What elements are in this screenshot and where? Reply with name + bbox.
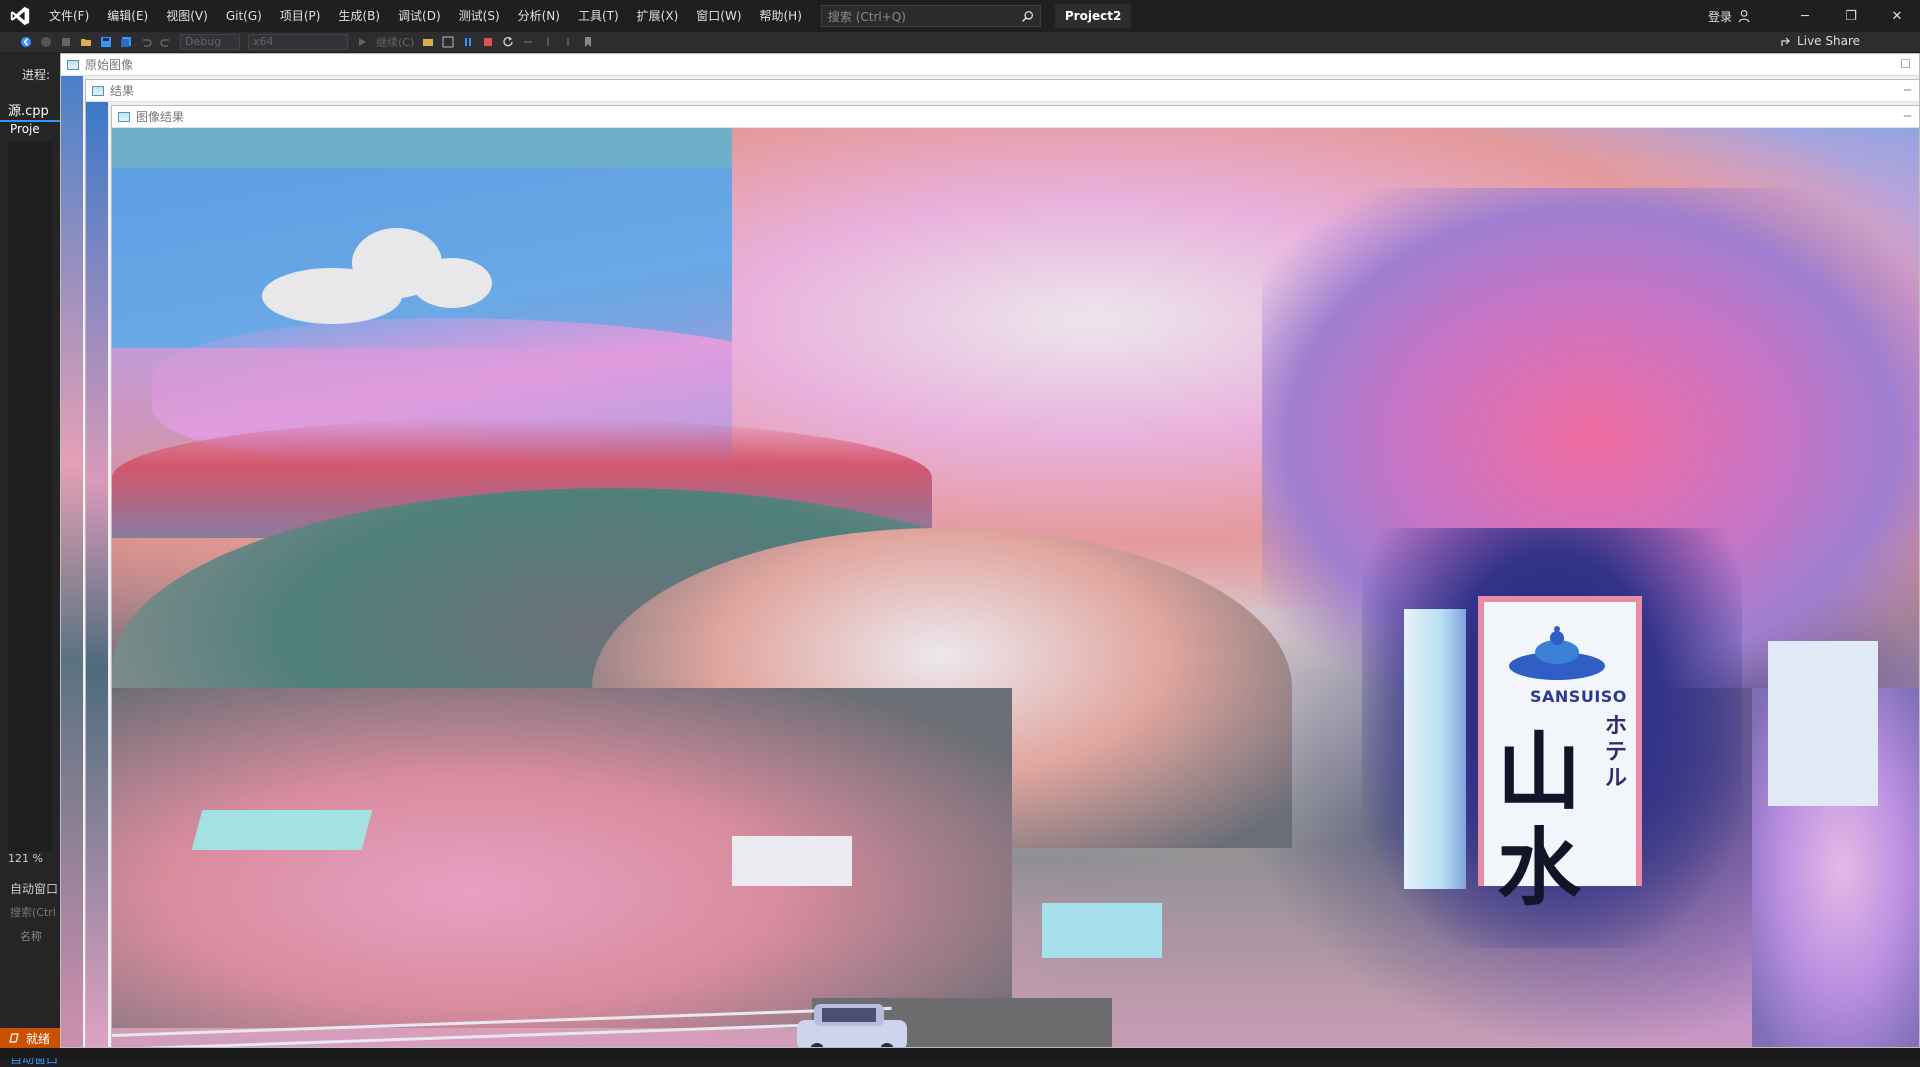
menu-item[interactable]: 扩展(X) (628, 0, 688, 32)
menu-item[interactable]: 分析(N) (509, 0, 569, 32)
step-over-icon[interactable] (522, 36, 534, 48)
window-restore-button[interactable]: ☐ (1900, 57, 1911, 71)
solution-explorer-item[interactable]: Proje (10, 122, 40, 136)
posterized-image: SANSUISO ホテル 山水 (112, 128, 1919, 1047)
status-icon (9, 1033, 19, 1043)
building (191, 810, 373, 850)
project-name-badge[interactable]: Project2 (1054, 4, 1132, 28)
share-icon (1781, 37, 1790, 46)
window-minimize-button[interactable]: ─ (1904, 83, 1911, 97)
image-result-window[interactable]: 图像结果 ─ SANSUISO ホテル 山水 (111, 105, 1920, 1048)
window-title: 结果 (110, 84, 135, 98)
window-app-icon (92, 85, 104, 96)
process-label: 进程: (22, 68, 51, 82)
window-title: 图像结果 (136, 110, 185, 124)
file-tab-source[interactable]: 源.cpp (8, 100, 49, 119)
restart-icon[interactable] (502, 36, 514, 48)
stop-icon[interactable] (482, 36, 494, 48)
redo-icon[interactable] (160, 36, 172, 48)
login-link[interactable]: 登录 (1708, 8, 1732, 25)
open-folder-icon[interactable] (80, 36, 92, 48)
step-out-icon[interactable] (562, 36, 574, 48)
menu-item[interactable]: Git(G) (217, 0, 271, 32)
editor-area (8, 142, 52, 852)
debug-toolbar: Debug x64 继续(C) Live Share (0, 32, 1920, 52)
close-button[interactable]: ✕ (1874, 0, 1920, 32)
search-placeholder: 搜索 (Ctrl+Q) (827, 9, 906, 24)
result-image-edge (86, 102, 108, 1047)
menu-item[interactable]: 调试(D) (389, 0, 450, 32)
menu-item[interactable]: 窗口(W) (687, 0, 750, 32)
sign-right-board (1768, 641, 1878, 806)
autos-window-title: 自动窗口 (10, 882, 59, 896)
menu-item[interactable]: 生成(B) (329, 0, 389, 32)
menu-item[interactable]: 视图(V) (157, 0, 217, 32)
window-minimize-button[interactable]: ─ (1904, 109, 1911, 123)
pause-icon[interactable] (462, 36, 474, 48)
menu-item[interactable]: 帮助(H) (751, 0, 811, 32)
menu-item[interactable]: 文件(F) (40, 0, 98, 32)
window-title: 原始图像 (85, 58, 134, 72)
search-icon (1021, 10, 1033, 22)
minimize-button[interactable]: ─ (1782, 0, 1828, 32)
sign-left-board (1404, 609, 1466, 889)
building (1042, 903, 1162, 958)
platform-select[interactable]: x64 (248, 34, 348, 50)
window-titlebar[interactable]: 结果 (86, 80, 1919, 102)
save-icon[interactable] (100, 36, 112, 48)
autos-search-input[interactable]: 搜索(Ctrl (10, 904, 56, 920)
live-share-label: Live Share (1797, 34, 1860, 48)
attach-icon[interactable] (422, 36, 434, 48)
title-bar: 文件(F) 编辑(E) 视图(V) Git(G) 项目(P) 生成(B) 调试(D) 测试(S… (0, 0, 1920, 32)
bookmark-icon[interactable] (582, 36, 594, 48)
hotel-sign-kana: ホテル (1605, 714, 1628, 791)
window-titlebar[interactable]: 图像结果 (112, 106, 1919, 128)
window-app-icon (67, 59, 79, 70)
new-project-icon[interactable] (60, 36, 72, 48)
window-titlebar[interactable]: 原始图像 (61, 54, 1919, 76)
search-box[interactable]: 搜索 (Ctrl+Q) (820, 5, 1041, 27)
back-icon[interactable] (20, 36, 32, 48)
continue-icon[interactable] (356, 36, 368, 48)
restore-button[interactable]: ❐ (1828, 0, 1874, 32)
original-image-edge (61, 76, 83, 1047)
lower-blossoms (112, 688, 1012, 1028)
continue-button[interactable]: 继续(C) (376, 34, 414, 50)
taskbar-strip (0, 1048, 1920, 1058)
forward-icon[interactable] (40, 36, 52, 48)
status-bar: 就绪 (0, 1028, 60, 1048)
menu-item[interactable]: 编辑(E) (98, 0, 157, 32)
step-into-icon[interactable] (542, 36, 554, 48)
config-select[interactable]: Debug (180, 34, 240, 50)
menu-item[interactable]: 测试(S) (450, 0, 509, 32)
live-share-button[interactable]: Live Share (1781, 34, 1860, 48)
save-all-icon[interactable] (120, 36, 132, 48)
diagnostic-icon[interactable] (442, 36, 454, 48)
status-ready: 就绪 (26, 1031, 51, 1046)
window-app-icon (118, 111, 130, 122)
undo-icon[interactable] (140, 36, 152, 48)
hotel-logo-emblem (1509, 626, 1605, 680)
menu-bar: 文件(F) 编辑(E) 视图(V) Git(G) 项目(P) 生成(B) 调试(D) 测试(S… (40, 0, 811, 32)
name-column-header: 名称 (20, 930, 42, 943)
left-tool-panel: 进程: 源.cpp Proje 121 % 自动窗口 搜索(Ctrl 名称 自动… (0, 52, 60, 1066)
hotel-sign-kanji: 山水 (1497, 722, 1582, 917)
title-right-controls: 登录 ─ ❐ ✕ (1708, 0, 1920, 32)
hotel-sign-brand: SANSUISO (1530, 687, 1627, 706)
user-icon[interactable] (1738, 9, 1752, 23)
menu-item[interactable]: 项目(P) (271, 0, 330, 32)
building (732, 836, 852, 886)
zoom-level[interactable]: 121 % (8, 852, 43, 865)
menu-item[interactable]: 工具(T) (569, 0, 628, 32)
visual-studio-logo-icon[interactable] (0, 0, 40, 32)
cloud (412, 258, 492, 308)
car (797, 1004, 907, 1047)
